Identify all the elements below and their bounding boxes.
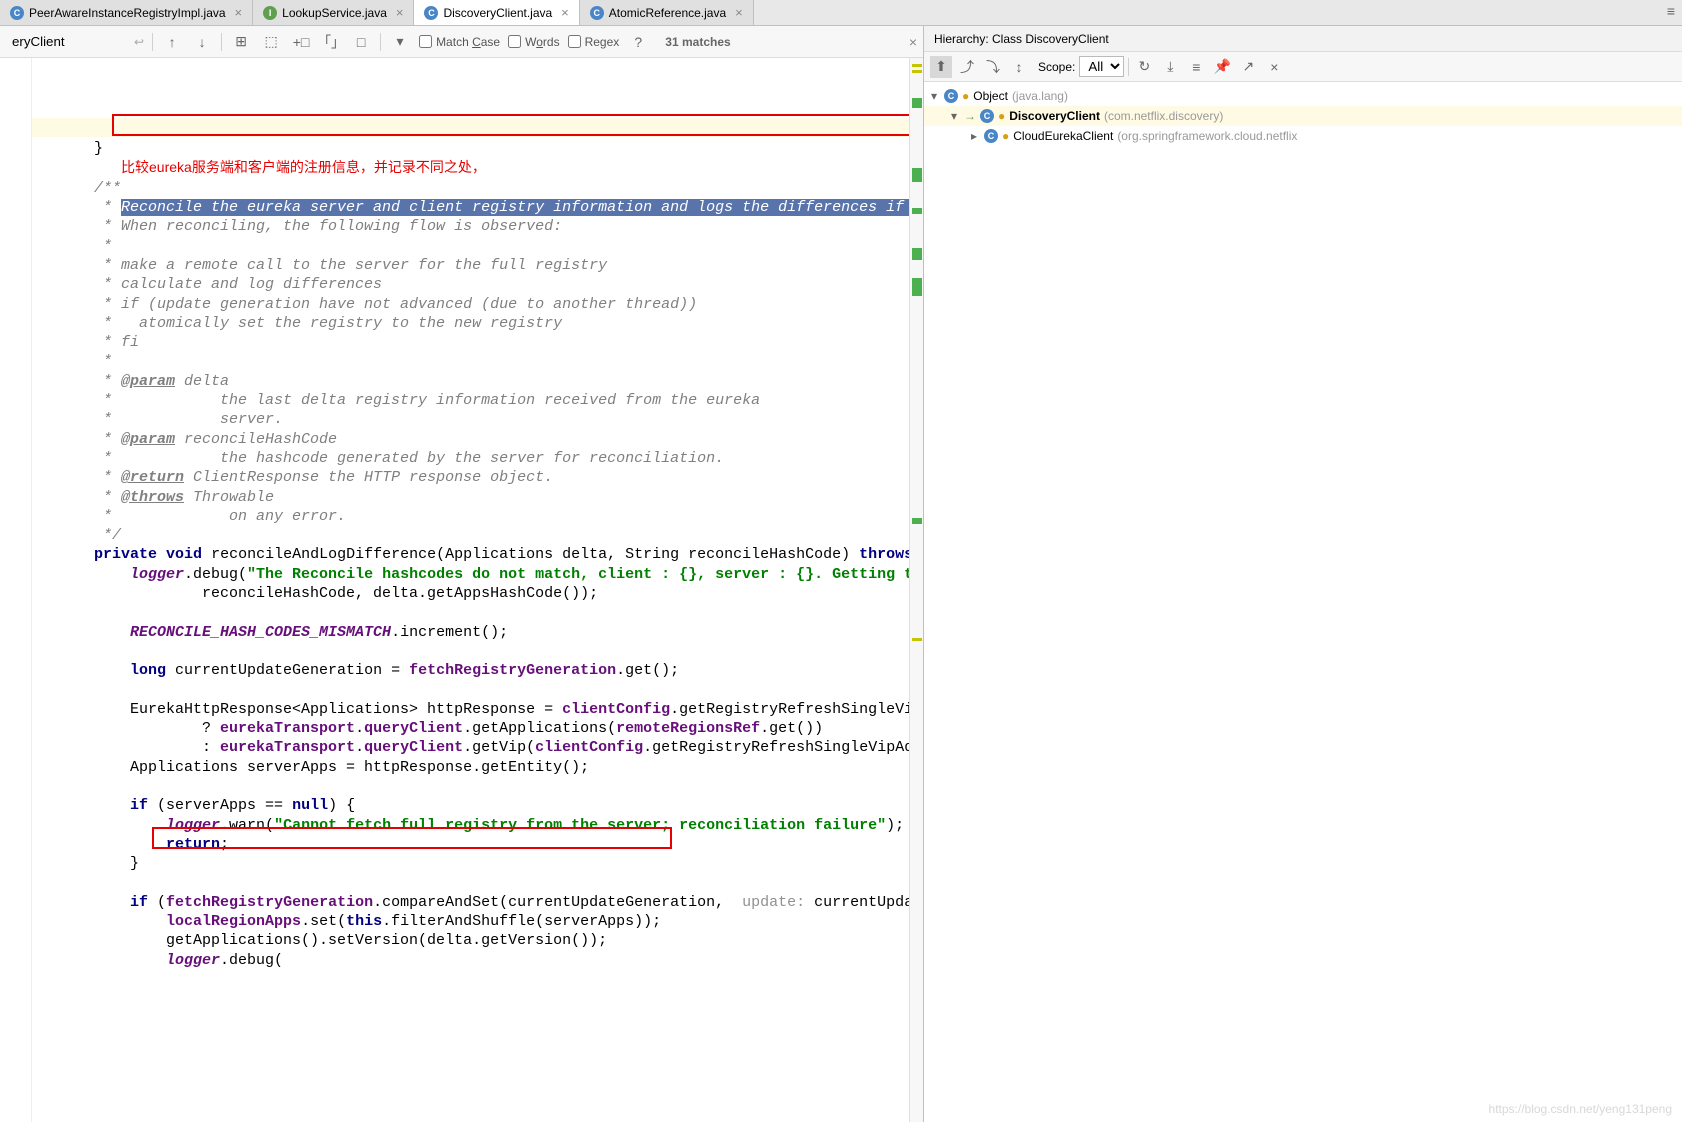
external-icon[interactable]: ↗ <box>1237 56 1259 78</box>
tab-lookupservice[interactable]: I LookupService.java × <box>253 0 414 25</box>
search-input[interactable] <box>6 32 126 51</box>
supertypes-icon[interactable]: ⤴ <box>956 56 978 78</box>
gutter <box>0 58 32 1122</box>
find-tool-icon[interactable]: ⊞ <box>230 31 252 53</box>
words-checkbox[interactable]: Words <box>508 35 559 49</box>
autoscroll-icon[interactable]: ⤓ <box>1159 56 1181 78</box>
code-editor[interactable]: } 比较eureka服务端和客户端的注册信息，并记录不同之处， /** * Re… <box>0 58 923 1122</box>
annotation-text: 比较eureka服务端和客户端的注册信息，并记录不同之处， <box>121 159 486 175</box>
close-icon[interactable]: × <box>396 5 404 20</box>
chevron-down-icon[interactable]: ▾ <box>928 89 940 103</box>
find-tool-icon[interactable]: □ <box>350 31 372 53</box>
expand-icon[interactable]: ≡ <box>1185 56 1207 78</box>
close-icon[interactable]: × <box>561 5 569 20</box>
hierarchy-panel: Hierarchy: Class DiscoveryClient ⬆ ⤴ ⤵ ↕… <box>924 26 1682 1122</box>
filter-icon[interactable]: ▾ <box>389 31 411 53</box>
tab-label: LookupService.java <box>282 6 387 20</box>
editor-tabs: C PeerAwareInstanceRegistryImpl.java × I Lo… <box>0 0 1682 26</box>
find-tool-icon[interactable]: ⬚ <box>260 31 282 53</box>
code-body[interactable]: } 比较eureka服务端和客户端的注册信息，并记录不同之处， /** * Re… <box>32 58 923 1122</box>
java-interface-icon: I <box>263 6 277 20</box>
tab-discoveryclient[interactable]: C DiscoveryClient.java × <box>414 0 579 25</box>
java-class-icon: C <box>590 6 604 20</box>
help-icon[interactable]: ? <box>627 31 649 53</box>
match-case-checkbox[interactable]: Match Case <box>419 35 500 49</box>
prev-match-icon[interactable]: ↑ <box>161 31 183 53</box>
tabs-menu-icon[interactable]: ≡ <box>1660 0 1682 22</box>
class-hierarchy-icon[interactable]: ⬆ <box>930 56 952 78</box>
close-icon[interactable]: × <box>1263 56 1285 78</box>
java-class-icon: C <box>980 109 994 123</box>
scope-label: Scope: <box>1038 60 1075 74</box>
close-icon[interactable]: × <box>735 5 743 20</box>
java-class-icon: C <box>984 129 998 143</box>
tree-row-cloudeureka[interactable]: ▸ C ● CloudEurekaClient (org.springframe… <box>924 126 1682 146</box>
tab-atomicreference[interactable]: C AtomicReference.java × <box>580 0 754 25</box>
hierarchy-toolbar: ⬆ ⤴ ⤵ ↕ Scope: All ↻ ⤓ ≡ 📌 ↗ × <box>924 52 1682 82</box>
hierarchy-title: Hierarchy: Class DiscoveryClient <box>924 26 1682 52</box>
regex-checkbox[interactable]: Regex <box>568 35 620 49</box>
tab-label: PeerAwareInstanceRegistryImpl.java <box>29 6 226 20</box>
tab-label: DiscoveryClient.java <box>443 6 552 20</box>
java-class-icon: C <box>424 6 438 20</box>
selected-text: Reconcile the eureka server and client r… <box>121 199 923 216</box>
tree-row-object[interactable]: ▾ C ● Object (java.lang) <box>924 86 1682 106</box>
chevron-right-icon[interactable]: ▸ <box>968 129 980 143</box>
find-tool-icon[interactable]: 「」 <box>320 31 342 53</box>
pin-icon[interactable]: 📌 <box>1211 56 1233 78</box>
scope-select[interactable]: All <box>1079 56 1124 77</box>
hierarchy-tree[interactable]: ▾ C ● Object (java.lang) ▾ → C ● Discove… <box>924 82 1682 1122</box>
tab-label: AtomicReference.java <box>609 6 726 20</box>
close-icon[interactable]: × <box>235 5 243 20</box>
match-count: 31 matches <box>665 35 730 49</box>
java-class-icon: C <box>944 89 958 103</box>
editor-pane: ↩ ↑ ↓ ⊞ ⬚ +□ 「」 □ ▾ Match Case Words Reg… <box>0 26 924 1122</box>
sort-icon[interactable]: ↕ <box>1008 56 1030 78</box>
next-match-icon[interactable]: ↓ <box>191 31 213 53</box>
find-tool-icon[interactable]: +□ <box>290 31 312 53</box>
marker-stripe[interactable] <box>909 58 923 1122</box>
refresh-icon[interactable]: ↻ <box>1133 56 1155 78</box>
subtypes-icon[interactable]: ⤵ <box>982 56 1004 78</box>
chevron-down-icon[interactable]: ▾ <box>948 109 960 123</box>
find-bar: ↩ ↑ ↓ ⊞ ⬚ +□ 「」 □ ▾ Match Case Words Reg… <box>0 26 923 58</box>
tab-peeraware[interactable]: C PeerAwareInstanceRegistryImpl.java × <box>0 0 253 25</box>
close-icon[interactable]: × <box>909 34 917 50</box>
java-class-icon: C <box>10 6 24 20</box>
tree-row-discoveryclient[interactable]: ▾ → C ● DiscoveryClient (com.netflix.dis… <box>924 106 1682 126</box>
